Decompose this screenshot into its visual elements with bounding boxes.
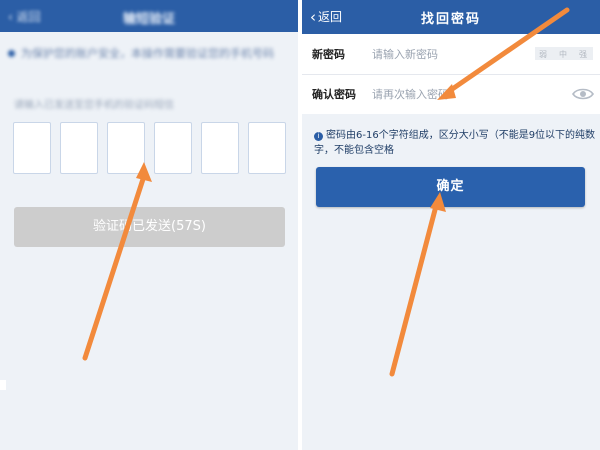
code-box-3[interactable] <box>107 122 145 174</box>
code-box-1[interactable] <box>13 122 51 174</box>
verification-panel: ‹ 返回 输短验证 为保护您的账户安全，本操作需要验证您的手机号码 请输入已发送… <box>0 0 298 450</box>
code-input-row <box>13 122 298 174</box>
new-password-input[interactable] <box>370 43 534 65</box>
password-rule-hint: i 密码由6-16个字符组成，区分大小写（不能是9位以下的纯数字，不能包含空格 <box>314 128 596 158</box>
code-box-6[interactable] <box>248 122 286 174</box>
confirm-password-label: 确认密码 <box>312 88 356 101</box>
code-box-5[interactable] <box>201 122 239 174</box>
password-form: 新密码 弱 中 强 确认密码 <box>302 34 600 114</box>
reset-password-panel: ‹ 返回 找回密码 新密码 弱 中 强 确认密码 i 密码由6-16个字符组成，区分… <box>302 0 600 450</box>
notice-dot-icon <box>8 50 15 57</box>
strength-strong: 强 <box>579 50 587 59</box>
notice-text: 为保护您的账户安全，本操作需要验证您的手机号码 <box>21 47 274 60</box>
hint-text: 密码由6-16个字符组成，区分大小写（不能是9位以下的纯数字，不能包含空格 <box>314 130 596 156</box>
eye-icon[interactable] <box>572 87 594 101</box>
confirm-button[interactable]: 确定 <box>316 167 585 207</box>
code-instruction: 请输入已发送至您手机的验证码短信 <box>14 100 174 111</box>
confirm-password-input[interactable] <box>370 83 534 105</box>
code-box-2[interactable] <box>60 122 98 174</box>
verification-header: ‹ 返回 输短验证 <box>0 0 298 32</box>
security-notice: 为保护您的账户安全，本操作需要验证您的手机号码 <box>8 46 290 62</box>
new-password-label: 新密码 <box>312 48 345 61</box>
reset-header: ‹ 返回 找回密码 <box>302 0 600 34</box>
strength-weak: 弱 <box>539 50 547 59</box>
info-icon: i <box>314 132 323 141</box>
code-sent-button[interactable]: 验证码已发送(57S) <box>14 207 285 247</box>
password-strength-meter: 弱 中 强 <box>535 47 593 60</box>
strength-medium: 中 <box>559 50 567 59</box>
confirm-password-row: 确认密码 <box>302 74 600 114</box>
new-password-row: 新密码 弱 中 强 <box>302 34 600 75</box>
code-box-4[interactable] <box>154 122 192 174</box>
page-title: 输短验证 <box>122 12 175 27</box>
edge-marker <box>0 380 6 390</box>
page-title: 找回密码 <box>420 12 481 27</box>
